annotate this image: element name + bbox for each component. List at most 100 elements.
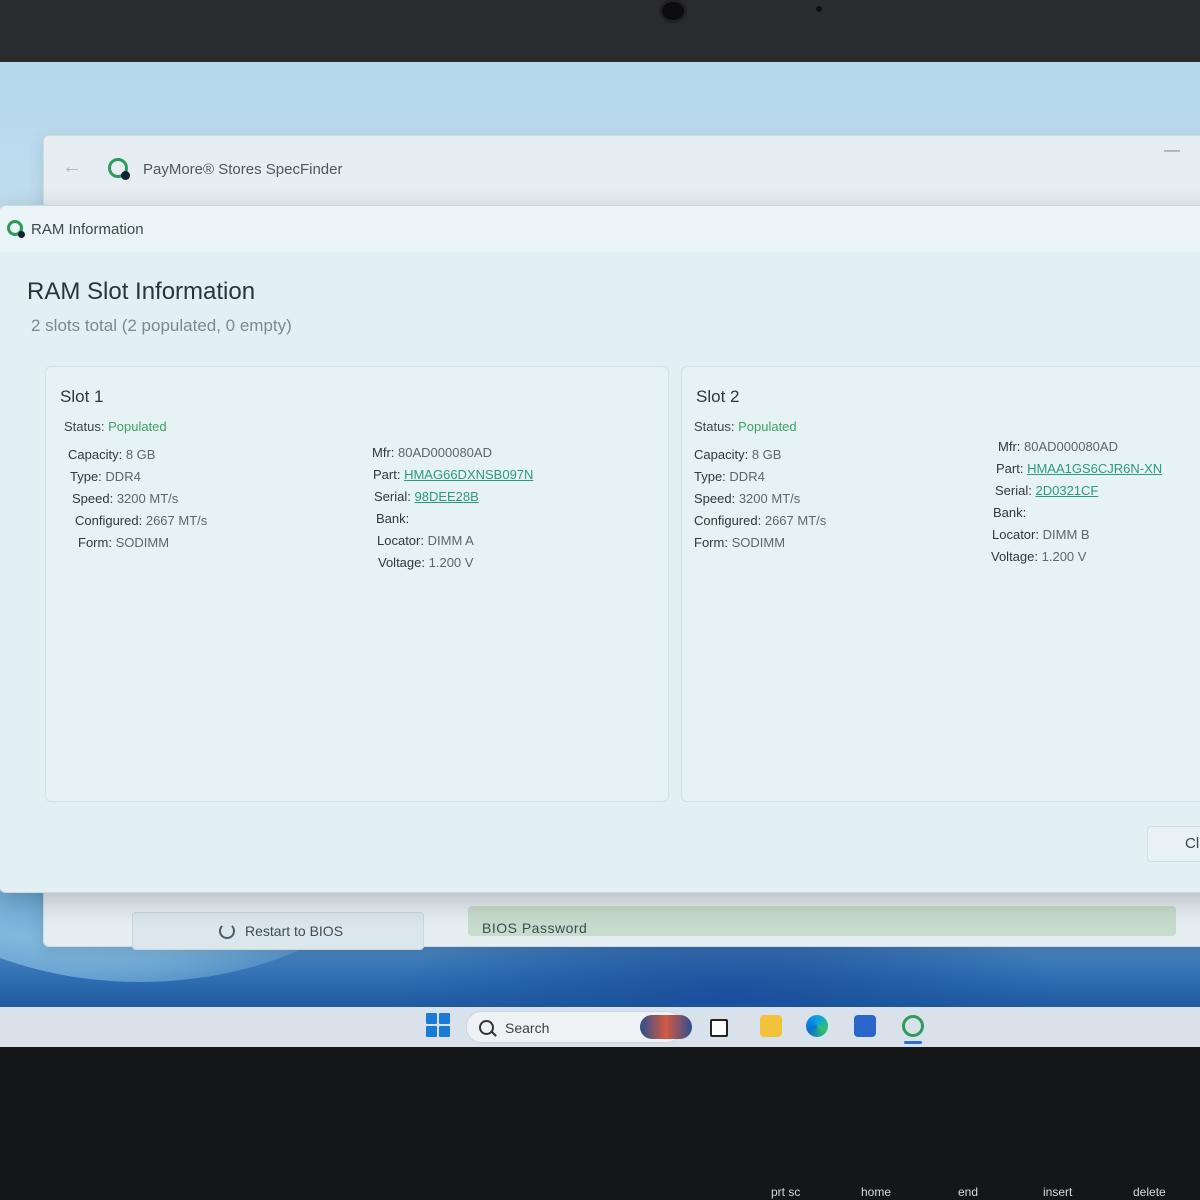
app-title: PayMore® Stores SpecFinder bbox=[143, 161, 343, 178]
field-value: DDR4 bbox=[729, 469, 765, 484]
slot-card-1: Slot 1 Status: Populated Capacity: 8 GB … bbox=[45, 366, 669, 802]
field-value: 3200 MT/s bbox=[738, 491, 801, 506]
field-key: Form: bbox=[694, 535, 728, 550]
field-value: SODIMM bbox=[115, 535, 170, 550]
field-key: Type: bbox=[694, 469, 726, 484]
serial-field: Serial: 98DEE28B bbox=[374, 489, 479, 504]
slot-title: Slot 1 bbox=[60, 387, 104, 406]
field-key: Mfr: bbox=[998, 439, 1021, 454]
dialog-header: RAM Information bbox=[0, 206, 1200, 252]
field-key: Form: bbox=[78, 535, 112, 550]
close-button[interactable]: Cl bbox=[1147, 826, 1200, 862]
type-field: Type: DDR4 bbox=[694, 469, 765, 484]
speed-field: Speed: 3200 MT/s bbox=[694, 491, 800, 506]
key-home: home bbox=[861, 1185, 892, 1199]
serial-field: Serial: 2D0321CF bbox=[995, 483, 1098, 498]
laptop-bezel bbox=[0, 0, 1200, 62]
part-field: Part: HMAG66DXNSB097N bbox=[373, 467, 533, 482]
field-key: Bank: bbox=[376, 511, 410, 526]
field-value: 80AD000080AD bbox=[398, 445, 492, 460]
close-label: Cl bbox=[1185, 835, 1200, 852]
active-app-indicator bbox=[904, 1041, 922, 1044]
field-key: Locator: bbox=[377, 533, 424, 548]
key-delete: delete bbox=[1133, 1185, 1166, 1199]
minimize-button[interactable]: — bbox=[1164, 142, 1180, 160]
bank-field: Bank: bbox=[376, 511, 409, 526]
field-key: Locator: bbox=[992, 527, 1039, 542]
webcam bbox=[662, 2, 684, 20]
field-key: Configured: bbox=[75, 513, 143, 528]
status-label: Status: bbox=[64, 419, 105, 434]
speed-field: Speed: 3200 MT/s bbox=[72, 491, 178, 506]
key-insert: insert bbox=[1043, 1185, 1073, 1199]
task-view-icon[interactable] bbox=[710, 1019, 728, 1037]
form-field: Form: SODIMM bbox=[694, 535, 785, 550]
store-icon[interactable] bbox=[854, 1015, 876, 1037]
capacity-field: Capacity: 8 GB bbox=[694, 447, 781, 462]
search-icon bbox=[479, 1020, 494, 1035]
serial-number-link[interactable]: 2D0321CF bbox=[1035, 483, 1098, 498]
status-label: Status: bbox=[694, 419, 735, 434]
field-key: Capacity: bbox=[694, 447, 749, 462]
restart-icon bbox=[219, 923, 235, 939]
bios-password-button[interactable]: BIOS Password bbox=[468, 906, 1176, 936]
form-field: Form: SODIMM bbox=[78, 535, 169, 550]
bank-field: Bank: bbox=[993, 505, 1026, 520]
edge-icon[interactable] bbox=[806, 1015, 828, 1037]
field-value: 8 GB bbox=[751, 447, 782, 462]
serial-number-link[interactable]: 98DEE28B bbox=[414, 489, 478, 504]
restart-to-bios-button[interactable]: Restart to BIOS bbox=[132, 912, 424, 950]
part-number-link[interactable]: HMAG66DXNSB097N bbox=[404, 467, 533, 482]
app-titlebar: ← PayMore® Stores SpecFinder — bbox=[44, 136, 1200, 198]
search-highlight-icon[interactable] bbox=[640, 1015, 692, 1039]
field-key: Part: bbox=[373, 467, 401, 482]
field-key: Voltage: bbox=[378, 555, 425, 570]
specfinder-icon[interactable] bbox=[902, 1015, 924, 1037]
field-key: Serial: bbox=[995, 483, 1032, 498]
taskbar: Search bbox=[0, 1007, 1200, 1047]
status-value: Populated bbox=[738, 419, 797, 434]
field-value: 1.200 V bbox=[428, 555, 474, 570]
dialog-logo-icon bbox=[7, 220, 25, 238]
search-label: Search bbox=[505, 1020, 550, 1036]
slot-status: Status: Populated bbox=[64, 419, 167, 434]
field-value: SODIMM bbox=[731, 535, 786, 550]
voltage-field: Voltage: 1.200 V bbox=[378, 555, 473, 570]
field-key: Part: bbox=[996, 461, 1024, 476]
configured-field: Configured: 2667 MT/s bbox=[75, 513, 207, 528]
dialog-subheading: 2 slots total (2 populated, 0 empty) bbox=[31, 316, 292, 335]
field-key: Speed: bbox=[694, 491, 736, 506]
field-value: DIMM B bbox=[1042, 527, 1090, 542]
field-key: Voltage: bbox=[991, 549, 1038, 564]
configured-field: Configured: 2667 MT/s bbox=[694, 513, 826, 528]
back-arrow-icon[interactable]: ← bbox=[62, 156, 82, 179]
mfr-field: Mfr: 80AD000080AD bbox=[372, 445, 492, 460]
field-value: 1.200 V bbox=[1041, 549, 1087, 564]
field-key: Mfr: bbox=[372, 445, 395, 460]
mfr-field: Mfr: 80AD000080AD bbox=[998, 439, 1118, 454]
field-value: DDR4 bbox=[105, 469, 141, 484]
field-value: 2667 MT/s bbox=[145, 513, 208, 528]
locator-field: Locator: DIMM B bbox=[992, 527, 1090, 542]
slot-status: Status: Populated bbox=[694, 419, 797, 434]
file-explorer-icon[interactable] bbox=[760, 1015, 782, 1037]
bios-password-label: BIOS Password bbox=[482, 920, 588, 936]
key-end: end bbox=[958, 1185, 979, 1199]
windows-start-icon[interactable] bbox=[426, 1013, 450, 1037]
slot-card-2: Slot 2 Status: Populated Capacity: 8 GB … bbox=[681, 366, 1200, 802]
restart-label: Restart to BIOS bbox=[245, 923, 344, 939]
field-value: 2667 MT/s bbox=[764, 513, 827, 528]
type-field: Type: DDR4 bbox=[70, 469, 141, 484]
capacity-field: Capacity: 8 GB bbox=[68, 447, 155, 462]
status-value: Populated bbox=[108, 419, 167, 434]
field-value: 80AD000080AD bbox=[1024, 439, 1118, 454]
field-value: 8 GB bbox=[125, 447, 156, 462]
field-key: Serial: bbox=[374, 489, 411, 504]
part-number-link[interactable]: HMAA1GS6CJR6N-XN bbox=[1027, 461, 1162, 476]
field-value: 3200 MT/s bbox=[116, 491, 179, 506]
voltage-field: Voltage: 1.200 V bbox=[991, 549, 1086, 564]
field-key: Bank: bbox=[993, 505, 1027, 520]
part-field: Part: HMAA1GS6CJR6N-XN bbox=[996, 461, 1162, 476]
app-bottom-bar: Restart to BIOS BIOS Password bbox=[132, 906, 1200, 950]
field-key: Configured: bbox=[694, 513, 762, 528]
